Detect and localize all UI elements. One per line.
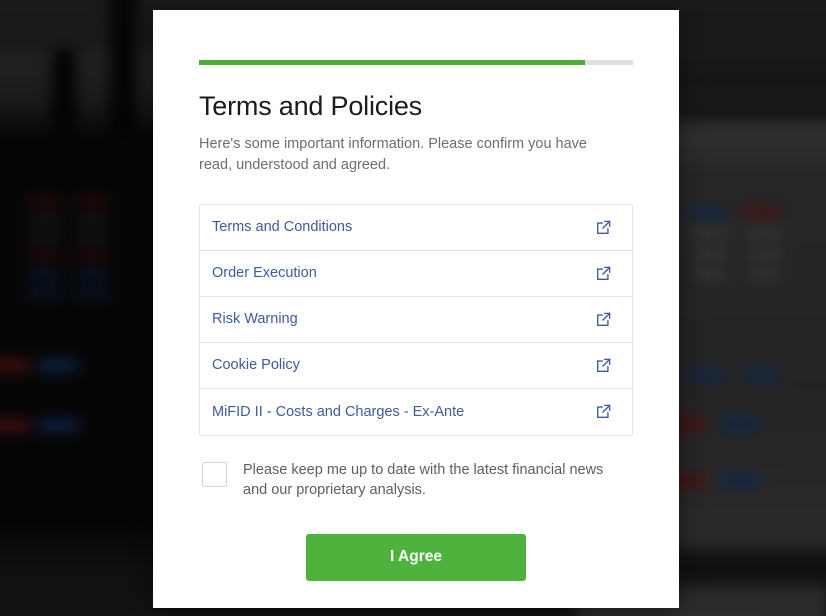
policy-link-label: Terms and Conditions: [212, 219, 353, 236]
external-link-icon[interactable]: [595, 403, 612, 420]
policy-link-label: Risk Warning: [212, 311, 298, 328]
marketing-consent-label: Please keep me up to date with the lates…: [243, 461, 604, 499]
terms-and-policies-dialog: Terms and Policies Here's some important…: [153, 10, 679, 608]
policy-link-label: Cookie Policy: [212, 357, 300, 374]
page-subtitle: Here's some important information. Pleas…: [199, 136, 587, 173]
external-link-icon[interactable]: [595, 219, 612, 236]
marketing-consent-checkbox[interactable]: [202, 461, 227, 487]
progress-bar-track: [199, 60, 633, 65]
progress-bar-fill: [199, 60, 586, 65]
policy-link-list: Terms and Conditions Order Execution Ris…: [199, 203, 633, 436]
policy-link-label: Order Execution: [212, 265, 317, 282]
external-link-icon[interactable]: [595, 311, 612, 328]
external-link-icon[interactable]: [595, 357, 612, 374]
policy-link-row[interactable]: Order Execution: [200, 250, 632, 297]
policy-link-label: MiFID II - Costs and Charges - Ex-Ante: [212, 403, 465, 420]
dialog-actions: I Agree: [199, 533, 633, 581]
i-agree-button[interactable]: I Agree: [306, 533, 526, 581]
marketing-consent-row: Please keep me up to date with the lates…: [199, 460, 633, 501]
page-title: Terms and Policies: [199, 91, 422, 121]
external-link-icon[interactable]: [595, 265, 612, 282]
policy-link-row[interactable]: Cookie Policy: [200, 342, 632, 389]
policy-link-row[interactable]: Terms and Conditions: [200, 204, 632, 251]
policy-link-row[interactable]: Risk Warning: [200, 296, 632, 343]
policy-link-row[interactable]: MiFID II - Costs and Charges - Ex-Ante: [200, 388, 632, 435]
